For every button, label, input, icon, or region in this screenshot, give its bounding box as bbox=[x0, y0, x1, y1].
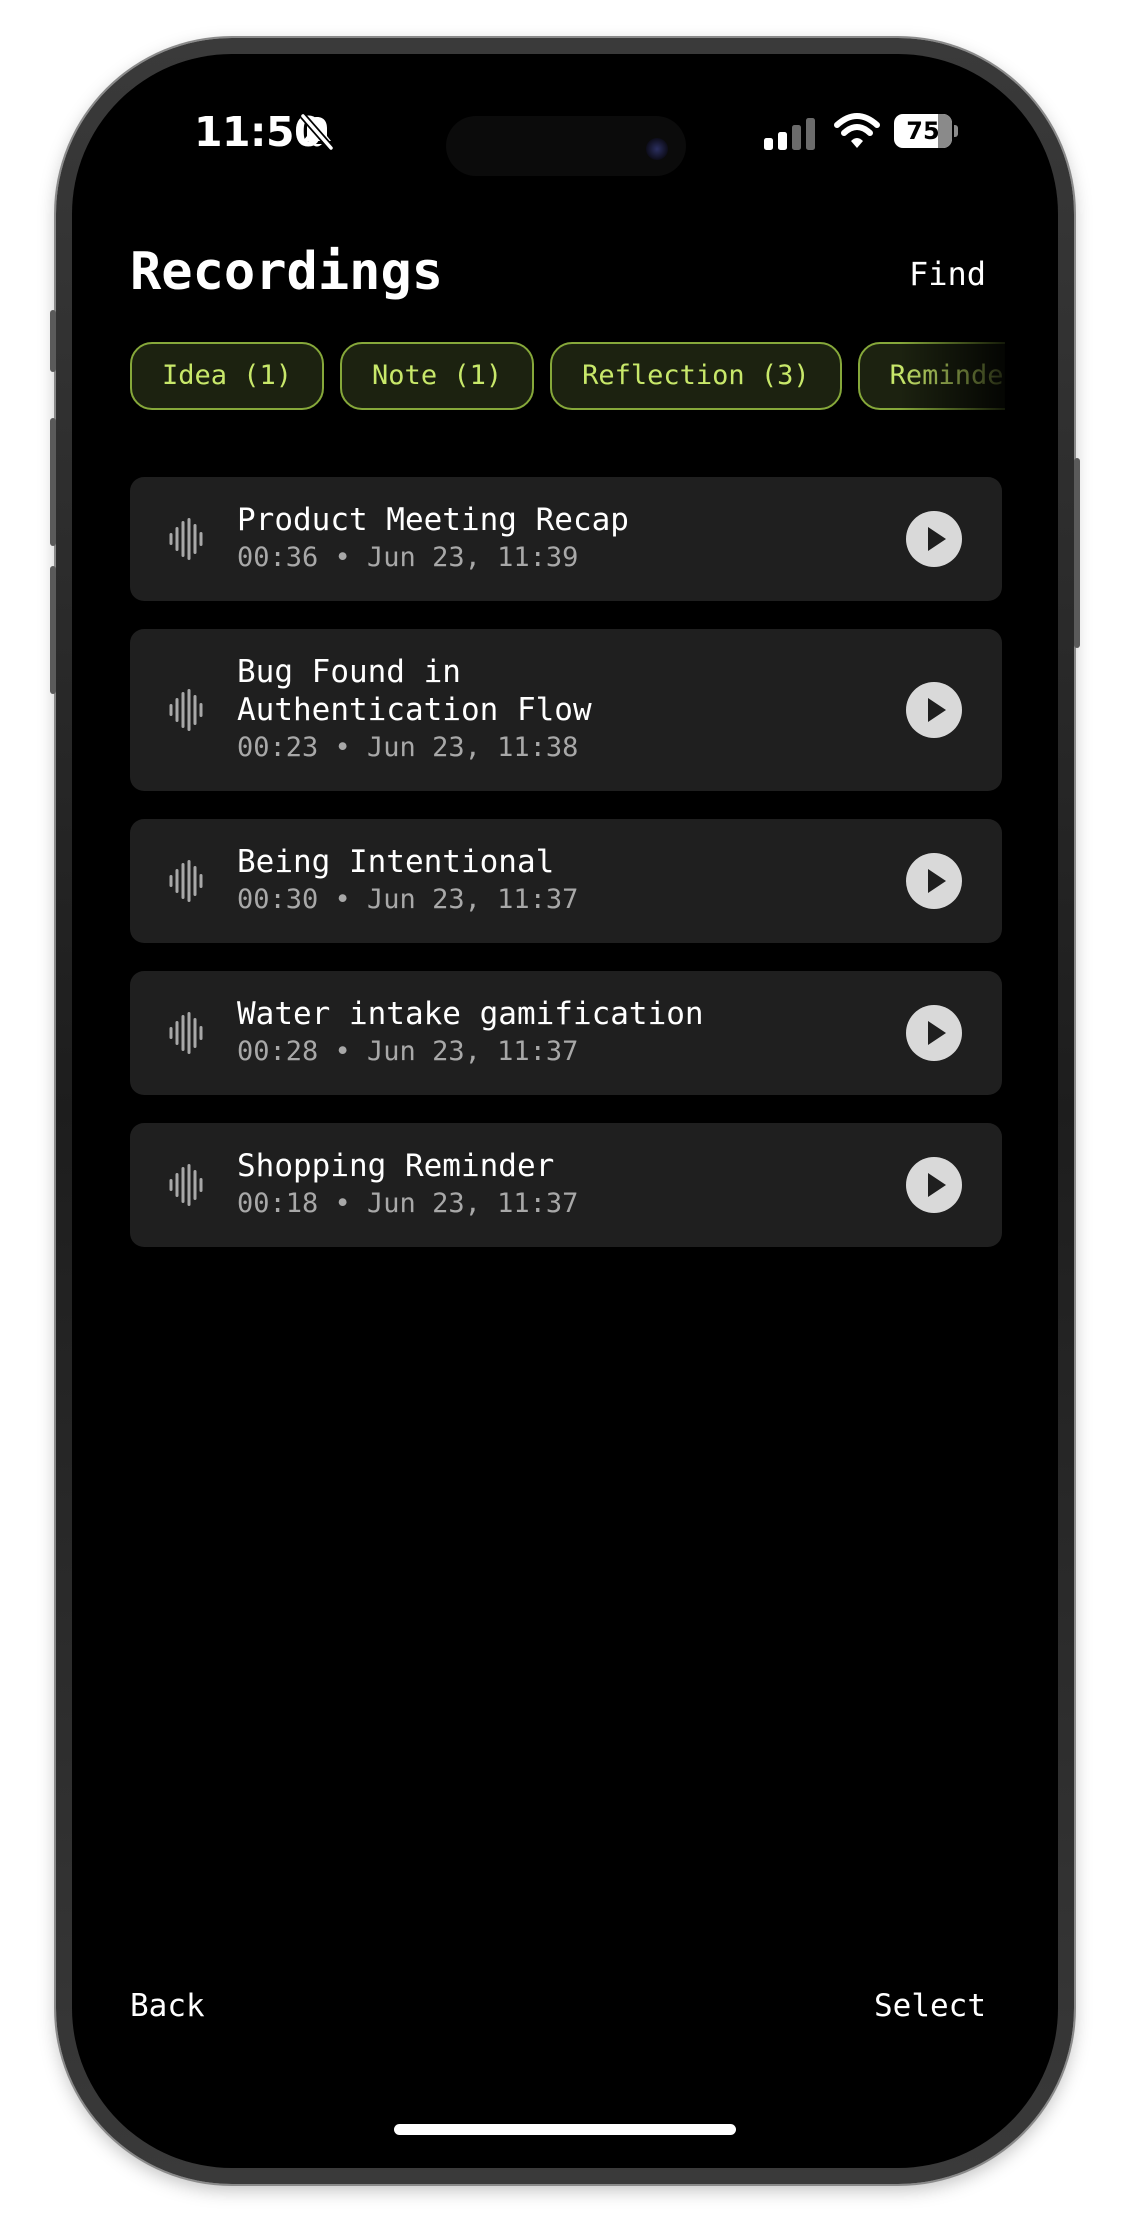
cellular-signal-icon bbox=[764, 118, 815, 150]
signal-bar bbox=[778, 132, 787, 150]
app-screen: 11:50 75 Recordings Find Idea (1) Note (1… bbox=[72, 54, 1058, 2168]
play-button[interactable] bbox=[906, 1157, 962, 1213]
recording-title: Water intake gamification bbox=[237, 996, 704, 1032]
battery-tip bbox=[954, 125, 958, 137]
signal-bar bbox=[764, 138, 773, 150]
back-button[interactable]: Back bbox=[130, 1986, 205, 2026]
wifi-icon bbox=[834, 113, 880, 148]
signal-bar bbox=[806, 118, 815, 150]
waveform-icon bbox=[168, 518, 204, 560]
camera-icon bbox=[646, 138, 668, 160]
recording-title: Shopping Reminder bbox=[237, 1148, 555, 1184]
action-button bbox=[50, 310, 56, 372]
battery-icon: 75 bbox=[894, 114, 958, 148]
play-button[interactable] bbox=[906, 1005, 962, 1061]
bell-slash-icon bbox=[300, 113, 334, 151]
play-button[interactable] bbox=[906, 511, 962, 567]
recordings-list: Product Meeting Recap 00:36 • Jun 23, 11:… bbox=[130, 477, 1002, 1275]
play-icon bbox=[928, 698, 946, 722]
home-indicator[interactable] bbox=[394, 2124, 736, 2135]
page-title: Recordings bbox=[130, 242, 444, 302]
recording-item[interactable]: Product Meeting Recap 00:36 • Jun 23, 11:… bbox=[130, 477, 1002, 601]
filter-chip[interactable]: Reminder (1) bbox=[857, 342, 1005, 410]
waveform-icon bbox=[168, 860, 204, 902]
filter-chip[interactable]: Note (1) bbox=[340, 342, 535, 410]
play-icon bbox=[928, 527, 946, 551]
find-button[interactable]: Find bbox=[909, 254, 986, 294]
play-button[interactable] bbox=[906, 682, 962, 738]
volume-up-button bbox=[50, 418, 56, 546]
recording-title: Being Intentional bbox=[237, 844, 555, 880]
play-icon bbox=[928, 1173, 946, 1197]
recording-meta: 00:28 • Jun 23, 11:37 bbox=[237, 1036, 579, 1067]
play-button[interactable] bbox=[906, 853, 962, 909]
recording-meta: 00:30 • Jun 23, 11:37 bbox=[237, 884, 579, 915]
recording-title: Product Meeting Recap bbox=[237, 502, 629, 538]
recording-item[interactable]: Being Intentional 00:30 • Jun 23, 11:37 bbox=[130, 819, 1002, 943]
recording-meta: 00:18 • Jun 23, 11:37 bbox=[237, 1188, 579, 1219]
recording-meta: 00:23 • Jun 23, 11:38 bbox=[237, 732, 579, 763]
side-power-button bbox=[1074, 458, 1080, 648]
select-button[interactable]: Select bbox=[874, 1986, 986, 2026]
signal-bar bbox=[792, 125, 801, 150]
recording-item[interactable]: Bug Found in Authentication Flow 00:23 • … bbox=[130, 629, 1002, 791]
filter-chip[interactable]: Idea (1) bbox=[130, 342, 325, 410]
filter-chip[interactable]: Reflection (3) bbox=[550, 342, 842, 410]
waveform-icon bbox=[168, 1012, 204, 1054]
volume-down-button bbox=[50, 566, 56, 694]
recording-item[interactable]: Shopping Reminder 00:18 • Jun 23, 11:37 bbox=[130, 1123, 1002, 1247]
play-icon bbox=[928, 1021, 946, 1045]
battery-body: 75 bbox=[894, 114, 952, 148]
play-icon bbox=[928, 869, 946, 893]
recording-meta: 00:36 • Jun 23, 11:39 bbox=[237, 542, 579, 573]
battery-percent: 75 bbox=[906, 117, 940, 145]
recording-title: Bug Found in Authentication Flow bbox=[237, 654, 592, 728]
waveform-icon bbox=[168, 1164, 204, 1206]
waveform-icon bbox=[168, 689, 204, 731]
filter-chips[interactable]: Idea (1)Note (1)Reflection (3)Reminder (… bbox=[130, 342, 1005, 412]
recording-item[interactable]: Water intake gamification 00:28 • Jun 23,… bbox=[130, 971, 1002, 1095]
